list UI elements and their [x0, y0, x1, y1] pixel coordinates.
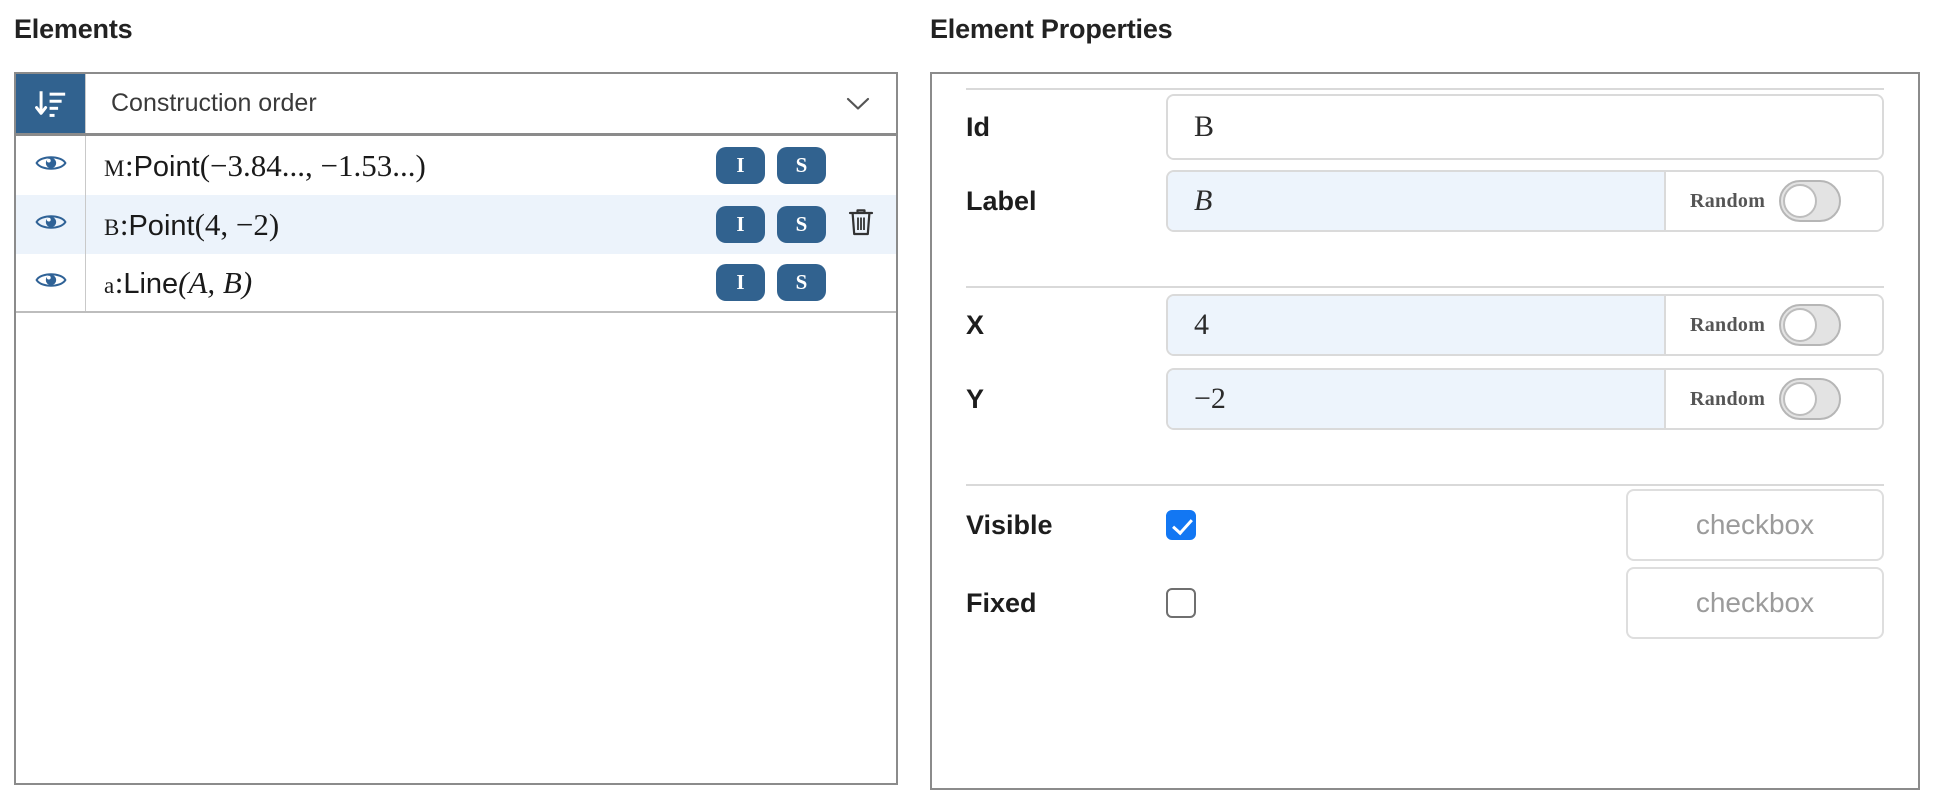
element-name: M [104, 155, 125, 181]
sort-descending-icon [34, 87, 68, 121]
element-function: Point [133, 150, 200, 183]
style-button[interactable]: S [777, 264, 826, 301]
element-definition-text: B:Point(4, −2) [104, 207, 279, 243]
visible-checkbox[interactable] [1166, 510, 1196, 540]
fixed-checkbox-type-box[interactable]: checkbox [1626, 567, 1884, 639]
eye-icon [34, 211, 67, 238]
element-args: (A, B) [178, 264, 253, 300]
element-properties-box: Id B Label B Random X 4 Random Y −2 Rand… [930, 72, 1920, 790]
row-actions: I S [716, 254, 888, 311]
toggle-switch-off-icon [1779, 180, 1842, 222]
eye-icon [34, 152, 67, 179]
elements-row-list: M:Point(−3.84..., −1.53...) I S B:Point(… [16, 136, 896, 313]
label-field-wrap: B Random [1166, 170, 1884, 232]
table-row[interactable]: a:Line(A, B) I S [16, 254, 896, 313]
y-random-toggle[interactable]: Random [1664, 370, 1882, 428]
random-label: Random [1690, 387, 1766, 410]
element-definition-text: M:Point(−3.84..., −1.53...) [104, 148, 426, 184]
x-field-wrap: 4 Random [1166, 294, 1884, 356]
delete-element-button[interactable] [844, 206, 878, 243]
elements-panel-header: Elements [14, 10, 898, 43]
sort-order-selected-value: Construction order [111, 89, 317, 117]
sort-descending-icon-button[interactable] [16, 74, 85, 133]
input-bar-button[interactable]: I [716, 264, 765, 301]
random-label: Random [1690, 189, 1766, 212]
element-separator: : [124, 147, 134, 183]
toggle-switch-off-icon [1779, 378, 1842, 420]
trash-icon [848, 207, 874, 242]
properties-panel-title: Element Properties [930, 14, 1173, 44]
random-label: Random [1690, 313, 1766, 336]
table-row[interactable]: B:Point(4, −2) I S [16, 195, 896, 254]
elements-sort-row: Construction order [16, 74, 896, 136]
label-random-toggle[interactable]: Random [1664, 172, 1882, 230]
element-name: a [104, 272, 115, 298]
y-input[interactable]: −2 [1168, 370, 1664, 428]
visible-checkbox-type-box[interactable]: checkbox [1626, 489, 1884, 561]
toggle-switch-off-icon [1779, 304, 1842, 346]
table-row[interactable]: M:Point(−3.84..., −1.53...) I S [16, 136, 896, 195]
section-gap-1 [966, 238, 1884, 272]
element-definition-text: a:Line(A, B) [104, 265, 252, 301]
property-row-y: Y −2 Random [966, 362, 1884, 436]
id-field-wrap: B [1166, 94, 1884, 160]
id-label: Id [966, 111, 990, 142]
chevron-down-icon [846, 97, 870, 111]
visibility-toggle[interactable] [16, 152, 85, 179]
visible-label: Visible [966, 509, 1053, 540]
x-label: X [966, 309, 985, 340]
style-button[interactable]: S [777, 206, 826, 243]
y-field-wrap: −2 Random [1166, 368, 1884, 430]
x-input[interactable]: 4 [1168, 296, 1664, 354]
element-function: Point [128, 209, 195, 242]
eye-icon [34, 269, 67, 296]
property-row-visible: Visible checkbox [966, 486, 1884, 564]
property-row-x: X 4 Random [966, 288, 1884, 362]
fixed-label: Fixed [966, 587, 1037, 618]
fixed-checkbox[interactable] [1166, 588, 1196, 618]
label-label: Label [966, 185, 1037, 216]
property-row-fixed: Fixed checkbox [966, 564, 1884, 642]
app-root: Elements Construction order M:Point(−3.8… [0, 0, 1934, 790]
x-random-toggle[interactable]: Random [1664, 296, 1882, 354]
input-bar-button[interactable]: I [716, 206, 765, 243]
property-row-label: Label B Random [966, 164, 1884, 238]
id-input[interactable]: B [1168, 96, 1882, 158]
element-args: (4, −2) [194, 206, 280, 242]
visibility-toggle[interactable] [16, 269, 85, 296]
sort-order-select[interactable]: Construction order [85, 74, 896, 133]
row-actions: I S [716, 136, 888, 195]
element-function: Line [123, 267, 179, 300]
elements-panel-title: Elements [14, 14, 133, 44]
property-row-id: Id B [966, 90, 1884, 164]
section-gap-2 [966, 436, 1884, 470]
properties-panel-header: Element Properties [930, 10, 1920, 43]
y-label: Y [966, 383, 985, 414]
label-input[interactable]: B [1168, 172, 1664, 230]
elements-list-box: Construction order M:Point(−3.84..., −1.… [14, 72, 898, 785]
element-name: B [104, 214, 120, 240]
row-actions: I S [716, 195, 888, 254]
visibility-toggle[interactable] [16, 211, 85, 238]
element-args: (−3.84..., −1.53...) [199, 147, 426, 183]
input-bar-button[interactable]: I [716, 147, 765, 184]
style-button[interactable]: S [777, 147, 826, 184]
